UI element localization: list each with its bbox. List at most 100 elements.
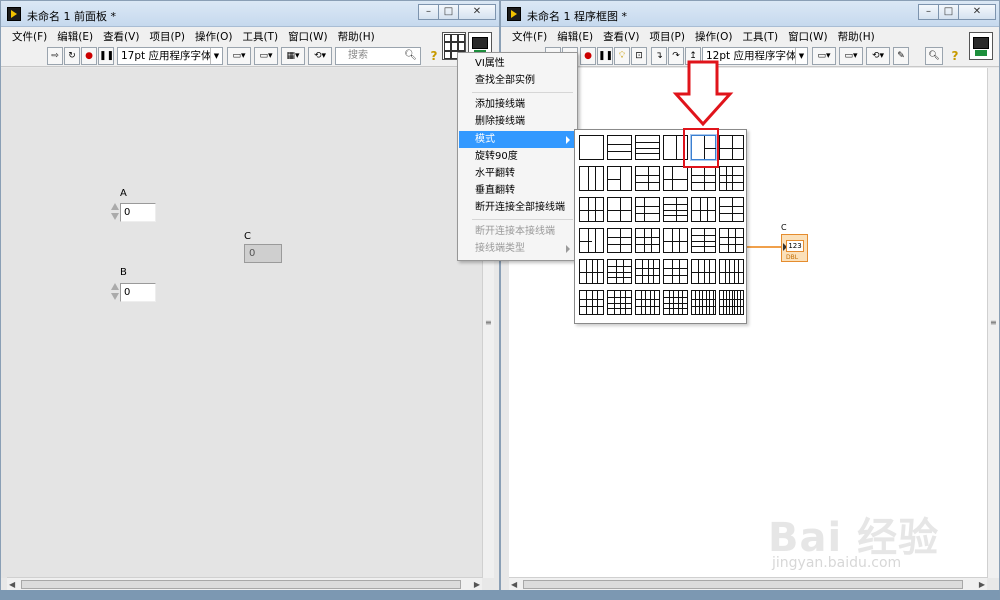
numeric-control-b-value[interactable]: 0 (120, 282, 156, 302)
vi-icon[interactable] (969, 32, 993, 60)
connector-pattern-option[interactable] (719, 290, 744, 315)
block-diagram-vscroll[interactable]: ≡ (987, 68, 999, 578)
numeric-control-a[interactable]: 0 (111, 202, 156, 222)
hscroll-thumb[interactable] (21, 580, 461, 589)
minimize-icon[interactable]: – (918, 4, 939, 20)
connector-pattern-option[interactable] (635, 166, 660, 191)
menu-item-flip-vertical[interactable]: 垂直翻转 (459, 182, 576, 199)
scroll-right-icon[interactable]: ▶ (474, 580, 480, 589)
maximize-icon[interactable]: □ (438, 4, 459, 20)
search-input[interactable]: 搜索 🔍︎ (335, 47, 421, 65)
scroll-left-icon[interactable]: ◀ (9, 580, 15, 589)
connector-pattern-option[interactable] (607, 166, 632, 191)
resize-objects-icon[interactable]: ▦▾ (281, 47, 305, 65)
menu-file[interactable]: 文件(F) (7, 27, 52, 45)
menu-item-rotate-90[interactable]: 旋转90度 (459, 148, 576, 165)
reorder-icon[interactable]: ⟲▾ (866, 47, 890, 65)
connector-pattern-option[interactable] (579, 259, 604, 284)
connector-pattern-option[interactable] (719, 228, 744, 253)
connector-pattern-option[interactable] (719, 259, 744, 284)
font-size-select[interactable]: 17pt 应用程序字体 ▼ (117, 47, 223, 65)
connector-terminal[interactable] (444, 34, 451, 42)
run-continuously-icon[interactable]: ↻ (64, 47, 80, 65)
menu-edit[interactable]: 编辑(E) (552, 27, 598, 45)
minimize-icon[interactable]: – (418, 4, 439, 20)
connector-terminal[interactable] (444, 51, 451, 59)
menu-edit[interactable]: 编辑(E) (52, 27, 98, 45)
connector-pattern-option[interactable] (663, 228, 688, 253)
connector-pattern-option[interactable] (607, 135, 632, 160)
menu-file[interactable]: 文件(F) (507, 27, 552, 45)
connector-pattern-option[interactable] (635, 228, 660, 253)
pause-icon[interactable]: ❚❚ (98, 47, 114, 65)
menu-operate[interactable]: 操作(O) (190, 27, 237, 45)
connector-pattern-option[interactable] (691, 259, 716, 284)
scroll-right-icon[interactable]: ▶ (979, 580, 985, 589)
connector-pattern-option[interactable] (663, 197, 688, 222)
connector-pattern-option[interactable] (607, 290, 632, 315)
connector-pattern-option[interactable] (635, 290, 660, 315)
connector-terminal[interactable] (458, 42, 465, 51)
connector-pattern-option[interactable] (579, 228, 604, 253)
search-icon[interactable]: 🔍︎ (925, 47, 943, 65)
connector-pattern-option[interactable] (607, 228, 632, 253)
wire[interactable] (746, 246, 782, 248)
close-icon[interactable]: ✕ (958, 4, 996, 20)
step-into-icon[interactable]: ↴ (651, 47, 667, 65)
menu-project[interactable]: 项目(P) (144, 27, 190, 45)
run-arrow-icon[interactable]: ⇨ (47, 47, 63, 65)
menu-window[interactable]: 窗口(W) (283, 27, 333, 45)
connector-pattern-option[interactable] (635, 259, 660, 284)
abort-icon[interactable]: ● (81, 47, 97, 65)
connector-terminal[interactable] (451, 34, 458, 42)
align-objects-icon[interactable]: ▭▾ (812, 47, 836, 65)
menu-help[interactable]: 帮助(H) (333, 27, 380, 45)
connector-pattern-option[interactable] (663, 166, 688, 191)
indicator-c-terminal[interactable]: 123 DBL (781, 234, 808, 262)
connector-pattern-option[interactable] (663, 259, 688, 284)
connector-pattern-option[interactable] (607, 259, 632, 284)
connector-pattern-option[interactable] (607, 197, 632, 222)
distribute-objects-icon[interactable]: ▭▾ (839, 47, 863, 65)
connector-pattern-option[interactable] (635, 197, 660, 222)
menu-operate[interactable]: 操作(O) (690, 27, 737, 45)
connector-terminal[interactable] (444, 42, 451, 51)
connector-pattern-option[interactable] (719, 197, 744, 222)
clean-up-diagram-icon[interactable]: ✎ (893, 47, 909, 65)
menu-view[interactable]: 查看(V) (98, 27, 144, 45)
connector-pattern-option[interactable] (691, 228, 716, 253)
connector-pattern-option[interactable] (579, 166, 604, 191)
connector-pattern-option[interactable] (579, 135, 604, 160)
align-objects-icon[interactable]: ▭▾ (227, 47, 251, 65)
reorder-icon[interactable]: ⟲▾ (308, 47, 332, 65)
menu-item-vi-properties[interactable]: VI属性 (459, 55, 576, 72)
menu-project[interactable]: 项目(P) (644, 27, 690, 45)
menu-item-flip-horizontal[interactable]: 水平翻转 (459, 165, 576, 182)
menu-tools[interactable]: 工具(T) (737, 27, 783, 45)
increment-arrows[interactable] (111, 203, 120, 221)
connector-pattern-option[interactable] (579, 290, 604, 315)
menu-help[interactable]: 帮助(H) (833, 27, 880, 45)
menu-view[interactable]: 查看(V) (598, 27, 644, 45)
menu-item-remove-terminal[interactable]: 删除接线端 (459, 113, 576, 130)
connector-pattern-option[interactable] (691, 166, 716, 191)
block-diagram-titlebar[interactable]: 未命名 1 程序框图 * – □ ✕ (501, 1, 999, 27)
menu-item-disconnect-all[interactable]: 断开连接全部接线端 (459, 199, 576, 216)
abort-icon[interactable]: ● (580, 47, 596, 65)
connector-pattern-option[interactable] (719, 166, 744, 191)
block-diagram-hscroll[interactable]: ◀ ▶ (509, 577, 987, 591)
connector-terminal[interactable] (451, 42, 458, 51)
context-help-icon[interactable]: ? (947, 47, 963, 65)
pause-icon[interactable]: ❚❚ (597, 47, 613, 65)
numeric-control-a-value[interactable]: 0 (120, 202, 156, 222)
increment-arrows[interactable] (111, 283, 120, 301)
connector-pattern-option[interactable] (635, 135, 660, 160)
connector-pattern-option[interactable] (719, 135, 744, 160)
menu-item-patterns[interactable]: 模式 (459, 131, 576, 148)
connector-pattern-option[interactable] (579, 197, 604, 222)
menu-item-add-terminal[interactable]: 添加接线端 (459, 96, 576, 113)
numeric-control-b[interactable]: 0 (111, 282, 156, 302)
connector-pattern-option[interactable] (663, 290, 688, 315)
retain-wire-values-icon[interactable]: ⊡ (631, 47, 647, 65)
maximize-icon[interactable]: □ (938, 4, 959, 20)
